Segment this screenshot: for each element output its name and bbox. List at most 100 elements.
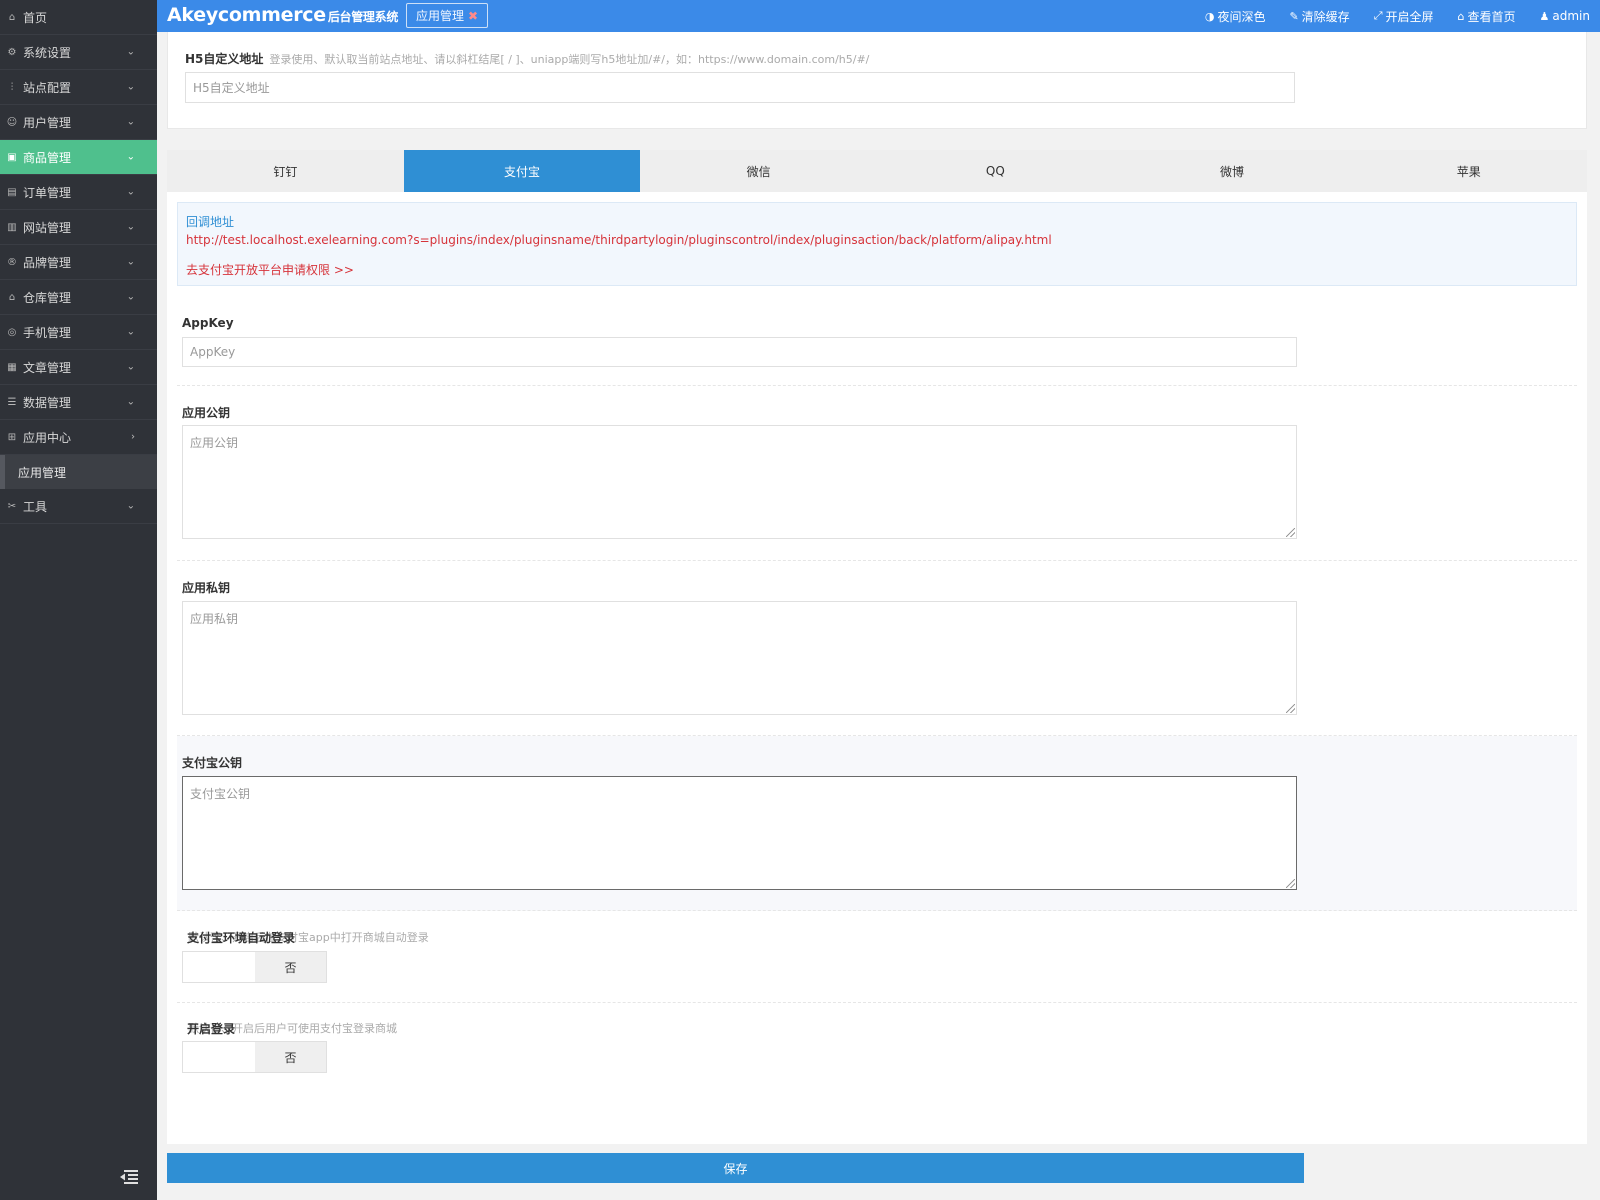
sidebar-item-label: 应用中心 bbox=[23, 430, 72, 445]
sidebar-item-label: 文章管理 bbox=[23, 360, 72, 375]
sidebar-item-label: 仓库管理 bbox=[23, 290, 72, 305]
enable-login-label: 开启登录 bbox=[187, 1022, 236, 1036]
sidebar-item-7[interactable]: ® 品牌管理 ⌄ bbox=[0, 245, 157, 280]
order-icon: ▤ bbox=[7, 186, 17, 198]
tab-2[interactable]: 微信 bbox=[640, 150, 877, 192]
tab-4[interactable]: 微博 bbox=[1114, 150, 1351, 192]
header-action-label: 清除缓存 bbox=[1301, 9, 1350, 24]
h5-url-input[interactable]: H5自定义地址 bbox=[185, 72, 1295, 103]
header-action-3[interactable]: ⌂ 查看首页 bbox=[1458, 8, 1516, 25]
enable-login-field: 开启登录 默认否、开启后用户可使用支付宝登录商城 否 bbox=[177, 1003, 1577, 1103]
open-tab-app-management[interactable]: 应用管理 ✖ bbox=[406, 3, 488, 28]
alipay-auto-login-label-row: 支付宝环境自动登录 默认否、开启后在支付宝app中打开商城自动登录 bbox=[182, 929, 429, 945]
header-actions: ◑ 夜间深色 ✎ 清除缓存 ⤢ 开启全屏 ⌂ 查看首页 ♟ admin bbox=[1205, 0, 1590, 32]
alipay-auto-login-field: 支付宝环境自动登录 默认否、开启后在支付宝app中打开商城自动登录 否 bbox=[177, 911, 1577, 1003]
chevron-down-icon: ⌄ bbox=[126, 221, 135, 233]
header-action-label: 夜间深色 bbox=[1217, 9, 1266, 24]
sidebar-item-label: 工具 bbox=[23, 499, 48, 514]
sidebar-item-label: 订单管理 bbox=[23, 185, 72, 200]
sidebar-item-label: 数据管理 bbox=[23, 395, 72, 410]
goods-icon: ▣ bbox=[7, 151, 17, 163]
alipay-auto-login-toggle[interactable]: 否 bbox=[182, 951, 327, 983]
alipay-public-key-placeholder: 支付宝公钥 bbox=[190, 787, 251, 801]
sidebar-subitem-app-management[interactable]: 应用管理 bbox=[0, 455, 157, 489]
contrast-icon: ◑ bbox=[1204, 9, 1215, 23]
app-private-key-label: 应用私钥 bbox=[182, 581, 231, 595]
sidebar-item-10[interactable]: ▦ 文章管理 ⌄ bbox=[0, 350, 157, 385]
appkey-input[interactable]: AppKey bbox=[182, 337, 1297, 367]
sidebar-item-0[interactable]: ⌂ 首页 bbox=[0, 0, 157, 35]
header-action-label: 开启全屏 bbox=[1385, 9, 1434, 24]
chevron-down-icon: ⌄ bbox=[126, 500, 135, 512]
header-action-label: admin bbox=[1552, 9, 1590, 23]
chevron-right-icon: › bbox=[131, 431, 135, 443]
resize-grip-icon[interactable] bbox=[1286, 704, 1295, 713]
sidebar-item-5[interactable]: ▤ 订单管理 ⌄ bbox=[0, 175, 157, 210]
appkey-field: AppKey AppKey bbox=[177, 300, 1577, 386]
tab-0[interactable]: 钉钉 bbox=[167, 150, 404, 192]
header-action-2[interactable]: ⤢ 开启全屏 bbox=[1374, 8, 1434, 25]
sliders-icon: ⫶ bbox=[10, 81, 14, 93]
sidebar-item-label: 系统设置 bbox=[23, 45, 72, 60]
alipay-public-key-textarea[interactable]: 支付宝公钥 bbox=[182, 776, 1297, 890]
sidebar-item-9[interactable]: ◎ 手机管理 ⌄ bbox=[0, 315, 157, 350]
sidebar-item-label: 首页 bbox=[23, 10, 48, 25]
toggle-track bbox=[183, 1042, 255, 1072]
sidebar-item-2[interactable]: ⫶ 站点配置 ⌄ bbox=[0, 70, 157, 105]
resize-grip-icon[interactable] bbox=[1286, 879, 1295, 888]
sidebar-item-1[interactable]: ⚙ 系统设置 ⌄ bbox=[0, 35, 157, 70]
sidebar-item-label: 用户管理 bbox=[23, 115, 72, 130]
h5-field-label: H5自定义地址 bbox=[185, 52, 264, 66]
sidebar-item-11[interactable]: ☰ 数据管理 ⌄ bbox=[0, 385, 157, 420]
tab-5[interactable]: 苹果 bbox=[1350, 150, 1587, 192]
sidebar-item-label: 商品管理 bbox=[23, 150, 72, 165]
tab-1[interactable]: 支付宝 bbox=[403, 150, 641, 192]
chevron-down-icon: ⌄ bbox=[126, 291, 135, 303]
sidebar-item-tools[interactable]: ✂ 工具 ⌄ bbox=[0, 489, 157, 524]
sidebar-item-label: 站点配置 bbox=[23, 80, 72, 95]
sidebar-collapse-icon[interactable] bbox=[118, 1168, 140, 1186]
tab-3[interactable]: QQ bbox=[877, 150, 1114, 192]
app-public-key-label: 应用公钥 bbox=[182, 406, 231, 420]
alipay-apply-link[interactable]: 去支付宝开放平台申请权限 >> bbox=[186, 261, 354, 278]
user-icon: ☺ bbox=[6, 116, 18, 128]
database-icon: ☰ bbox=[7, 396, 17, 408]
app-private-key-placeholder: 应用私钥 bbox=[190, 612, 239, 626]
sidebar-item-label: 品牌管理 bbox=[23, 255, 72, 270]
chevron-down-icon: ⌄ bbox=[126, 186, 135, 198]
sidebar-item-6[interactable]: ▥ 网站管理 ⌄ bbox=[0, 210, 157, 245]
enable-login-toggle[interactable]: 否 bbox=[182, 1041, 327, 1073]
app-private-key-textarea[interactable]: 应用私钥 bbox=[182, 601, 1297, 715]
close-icon[interactable]: ✖ bbox=[468, 9, 478, 23]
sidebar-item-4[interactable]: ▣ 商品管理 ⌄ bbox=[0, 140, 157, 175]
brand: Akeycommerce 后台管理系统 bbox=[167, 4, 398, 26]
chevron-down-icon: ⌄ bbox=[126, 326, 135, 338]
h5-field-hint: 登录使用、默认取当前站点地址、请以斜杠结尾[ / ]、uniapp端则写h5地址… bbox=[269, 53, 870, 66]
header-action-1[interactable]: ✎ 清除缓存 bbox=[1289, 8, 1349, 25]
header-action-0[interactable]: ◑ 夜间深色 bbox=[1205, 8, 1266, 25]
sidebar-item-3[interactable]: ☺ 用户管理 ⌄ bbox=[0, 105, 157, 140]
app-private-key-field: 应用私钥 应用私钥 bbox=[177, 561, 1577, 736]
resize-grip-icon[interactable] bbox=[1286, 528, 1295, 537]
appkey-label: AppKey bbox=[182, 316, 234, 330]
sidebar-item-8[interactable]: ⌂ 仓库管理 ⌄ bbox=[0, 280, 157, 315]
sidebar-item-12[interactable]: ⊞ 应用中心 › bbox=[0, 420, 157, 455]
app-public-key-textarea[interactable]: 应用公钥 bbox=[182, 425, 1297, 539]
header-action-4[interactable]: ♟ admin bbox=[1540, 9, 1590, 23]
chevron-down-icon: ⌄ bbox=[126, 151, 135, 163]
chevron-down-icon: ⌄ bbox=[126, 396, 135, 408]
sidebar-item-label: 网站管理 bbox=[23, 220, 72, 235]
callback-title: 回调地址 bbox=[186, 215, 235, 229]
fullscreen-icon: ⤢ bbox=[1373, 9, 1383, 22]
toggle-track bbox=[183, 952, 255, 982]
h5-field-label-row: H5自定义地址 登录使用、默认取当前站点地址、请以斜杠结尾[ / ]、uniapp… bbox=[185, 50, 869, 67]
save-button[interactable]: 保存 bbox=[167, 1153, 1304, 1183]
app-public-key-field: 应用公钥 应用公钥 bbox=[177, 386, 1577, 561]
brand-subtitle: 后台管理系统 bbox=[327, 10, 399, 24]
home-icon: ⌂ bbox=[1457, 9, 1465, 23]
top-header: Akeycommerce 后台管理系统 应用管理 ✖ ◑ 夜间深色 ✎ 清除缓存 ⤢ 开启全… bbox=[157, 0, 1600, 32]
sidebar-item-label: 手机管理 bbox=[23, 325, 72, 340]
toggle-value: 否 bbox=[255, 952, 326, 982]
header-action-label: 查看首页 bbox=[1467, 9, 1516, 24]
chevron-down-icon: ⌄ bbox=[126, 256, 135, 268]
